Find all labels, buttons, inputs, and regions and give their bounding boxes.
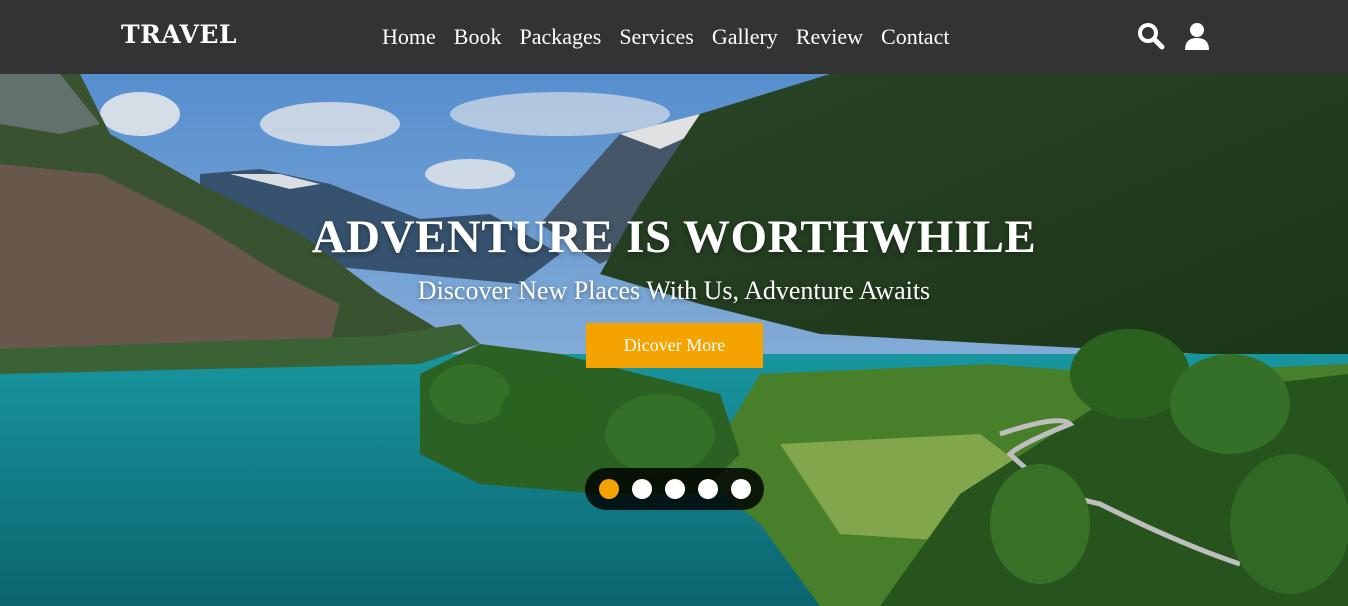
search-icon[interactable] (1137, 22, 1165, 50)
slider-dot-5[interactable] (730, 479, 751, 499)
main-nav: Home Book Packages Services Gallery Revi… (382, 24, 967, 50)
slider-dot-4[interactable] (697, 479, 718, 499)
slider-dot-2[interactable] (631, 479, 652, 499)
nav-link-services[interactable]: Services (619, 24, 694, 50)
hero-section: ADVENTURE IS WORTHWHILE Discover New Pla… (0, 74, 1348, 606)
slider-dot-1[interactable] (598, 479, 619, 499)
nav-link-contact[interactable]: Contact (881, 24, 949, 50)
site-logo[interactable]: TRAVEL (121, 20, 237, 49)
user-icon[interactable] (1184, 22, 1212, 50)
hero-subtitle: Discover New Places With Us, Adventure A… (417, 276, 931, 305)
nav-link-packages[interactable]: Packages (519, 24, 601, 50)
nav-link-gallery[interactable]: Gallery (712, 24, 778, 50)
nav-link-book[interactable]: Book (454, 24, 502, 50)
nav-link-review[interactable]: Review (796, 24, 863, 50)
slider-pagination (585, 468, 764, 510)
navbar: TRAVEL Home Book Packages Services Galle… (0, 0, 1348, 74)
slider-dot-3[interactable] (664, 479, 685, 499)
hero-title: ADVENTURE IS WORTHWHILE (311, 211, 1037, 263)
discover-more-button[interactable]: Dicover More (586, 323, 763, 368)
nav-link-home[interactable]: Home (382, 24, 436, 50)
